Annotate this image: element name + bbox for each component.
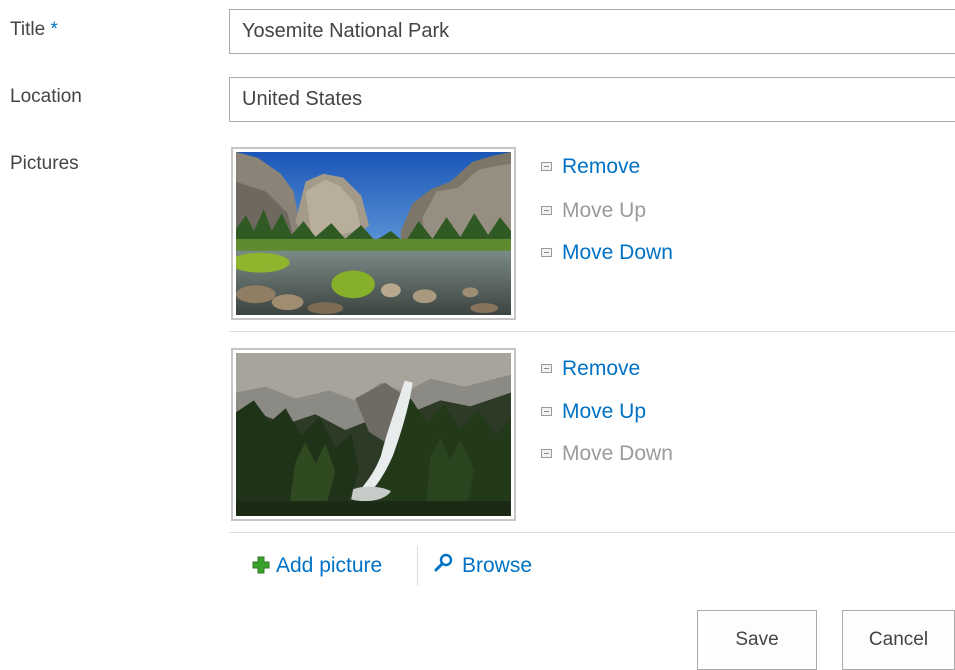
picture-2-remove-label: Remove	[562, 357, 641, 380]
list-bullet-icon	[541, 206, 552, 215]
add-picture-link[interactable]: Add picture	[252, 552, 382, 580]
picture-2-move-down-label: Move Down	[562, 442, 673, 465]
save-button[interactable]: Save	[697, 610, 817, 670]
plus-icon	[252, 556, 270, 574]
picture-thumbnail-1	[231, 147, 516, 320]
browse-label: Browse	[462, 554, 533, 577]
list-bullet-icon	[541, 364, 552, 373]
title-label-text: Title	[10, 19, 46, 40]
title-input[interactable]	[229, 9, 955, 54]
required-marker: *	[50, 19, 58, 40]
cancel-button[interactable]: Cancel	[842, 610, 955, 670]
list-bullet-icon	[541, 162, 552, 171]
picture-1-remove-link[interactable]: Remove	[541, 153, 640, 181]
link-separator	[417, 546, 418, 586]
title-label: Title *	[10, 19, 58, 41]
add-picture-label: Add picture	[276, 554, 383, 577]
picture-1-move-down-link[interactable]: Move Down	[541, 239, 673, 267]
valley-river-image	[236, 152, 511, 315]
list-bullet-icon	[541, 449, 552, 458]
list-bullet-icon	[541, 407, 552, 416]
picture-thumbnail-2	[231, 348, 516, 521]
pictures-bottom-divider	[229, 532, 955, 533]
picture-2-move-down-link: Move Down	[541, 440, 673, 468]
picture-2-move-up-link[interactable]: Move Up	[541, 398, 646, 426]
browse-link[interactable]: Browse	[434, 552, 532, 580]
location-label: Location	[10, 86, 82, 107]
pictures-label: Pictures	[10, 153, 79, 174]
picture-1-move-up-link: Move Up	[541, 197, 646, 225]
picture-2-move-up-label: Move Up	[562, 400, 647, 423]
location-input[interactable]	[229, 77, 955, 122]
picture-divider	[229, 331, 955, 332]
picture-1-remove-label: Remove	[562, 155, 641, 178]
magnifier-icon	[434, 553, 453, 572]
picture-2-remove-link[interactable]: Remove	[541, 355, 640, 383]
waterfall-image	[236, 353, 511, 516]
list-bullet-icon	[541, 248, 552, 257]
picture-1-move-down-label: Move Down	[562, 241, 673, 264]
picture-1-move-up-label: Move Up	[562, 199, 647, 222]
